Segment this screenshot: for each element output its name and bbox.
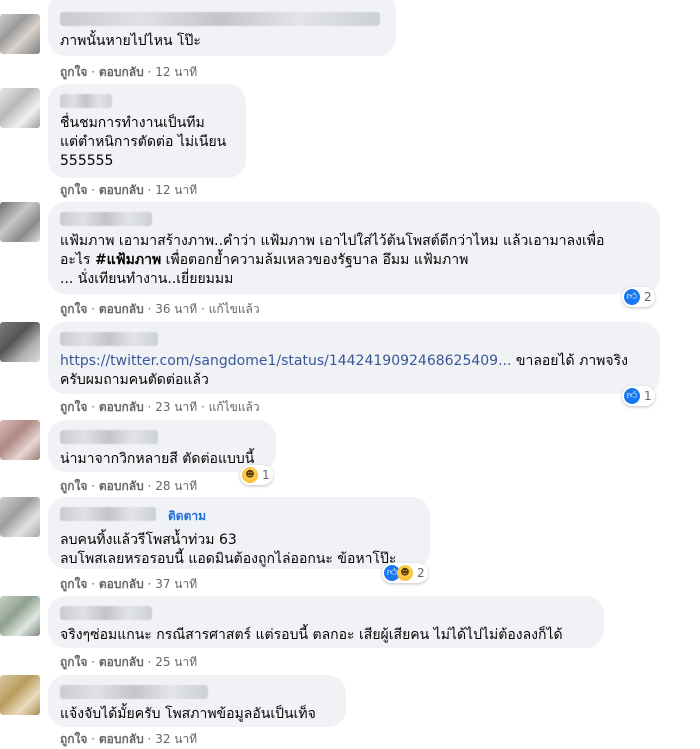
reaction-summary[interactable]: ☻ 1 <box>240 465 273 485</box>
haha-face-icon: ☻ <box>242 467 258 483</box>
comment-bubble: ติดตาม ลบคนทิ้งแล้วรีโพสน้ำท่วม 63 ลบโพส… <box>48 497 430 569</box>
reply-link[interactable]: ตอบกลับ <box>99 183 144 197</box>
comment-text: ชื่นชมการทำงานเป็นทีม แต่ตำหนิการตัดต่อ … <box>60 115 227 169</box>
timestamp[interactable]: 32 นาที <box>155 732 197 746</box>
comment-text: ภาพนั้นหายไปไหน โป๊ะ <box>60 33 201 49</box>
thumbs-up-icon: 👍︎ <box>624 289 640 305</box>
timestamp[interactable]: 37 นาที <box>155 577 197 591</box>
avatar[interactable] <box>0 202 40 242</box>
comment-actions: ถูกใจ · ตอบกลับ · 12 นาที <box>60 183 198 197</box>
reaction-count: 2 <box>417 566 425 580</box>
reaction-count: 1 <box>644 389 652 403</box>
reply-link[interactable]: ตอบกลับ <box>99 302 144 316</box>
author-name-blurred[interactable] <box>60 12 380 26</box>
author-name-blurred[interactable] <box>60 212 152 226</box>
like-link[interactable]: ถูกใจ <box>60 65 87 79</box>
reaction-count: 1 <box>262 468 270 482</box>
avatar[interactable] <box>0 88 40 128</box>
like-link[interactable]: ถูกใจ <box>60 183 87 197</box>
timestamp[interactable]: 28 นาที <box>155 479 197 493</box>
reply-link[interactable]: ตอบกลับ <box>99 479 144 493</box>
thumbs-up-icon: 👍︎ <box>624 388 640 404</box>
reply-link[interactable]: ตอบกลับ <box>99 577 144 591</box>
comment-bubble: ภาพนั้นหายไปไหน โป๊ะ <box>48 0 396 56</box>
comment-bubble: จริงๆซ่อมแกนะ กรณีสารศาสตร์ แต่รอบนี้ ตล… <box>48 596 604 648</box>
comment-text: https://twitter.com/sangdome1/status/144… <box>60 353 628 388</box>
reaction-summary[interactable]: 👍︎ 1 <box>622 386 655 406</box>
comment-text: น่ามาจากวิกหลายสี ตัดต่อแบบนี้ <box>60 451 255 467</box>
like-link[interactable]: ถูกใจ <box>60 655 87 669</box>
comment-actions: ถูกใจ · ตอบกลับ · 25 นาที <box>60 655 198 669</box>
comment-actions: ถูกใจ · ตอบกลับ · 32 นาที <box>60 732 198 746</box>
follow-link[interactable]: ติดตาม <box>168 507 206 526</box>
author-name-blurred[interactable] <box>60 430 158 444</box>
comment-actions: ถูกใจ · ตอบกลับ · 23 นาที · แก้ไขแล้ว <box>60 400 260 414</box>
reaction-summary[interactable]: 👍︎ ☻ 2 <box>382 563 428 583</box>
comment-text: แฟ้มภาพ เอามาสร้างภาพ..คำว่า แฟ้มภาพ เอา… <box>60 233 605 287</box>
reply-link[interactable]: ตอบกลับ <box>99 65 144 79</box>
timestamp[interactable]: 36 นาที <box>155 302 197 316</box>
author-name-blurred[interactable] <box>60 94 112 108</box>
avatar[interactable] <box>0 322 40 362</box>
like-link[interactable]: ถูกใจ <box>60 479 87 493</box>
like-link[interactable]: ถูกใจ <box>60 302 87 316</box>
timestamp[interactable]: 12 นาที <box>155 183 197 197</box>
author-name-blurred[interactable] <box>60 507 156 521</box>
haha-face-icon: ☻ <box>397 565 413 581</box>
timestamp[interactable]: 12 นาที <box>155 65 197 79</box>
like-link[interactable]: ถูกใจ <box>60 732 87 746</box>
timestamp[interactable]: 25 นาที <box>155 655 197 669</box>
tweet-link[interactable]: https://twitter.com/sangdome1/status/144… <box>60 353 511 369</box>
avatar[interactable] <box>0 14 40 54</box>
avatar[interactable] <box>0 497 40 537</box>
timestamp[interactable]: 23 นาที <box>155 400 197 414</box>
avatar[interactable] <box>0 420 40 460</box>
author-name-blurred[interactable] <box>60 685 208 699</box>
comment-text: แจ้งจับได้มั้ยครับ โพสภาพข้อมูลอันเป็นเท… <box>60 706 316 722</box>
edited-label: แก้ไขแล้ว <box>208 400 260 414</box>
author-name-blurred[interactable] <box>60 332 158 346</box>
like-link[interactable]: ถูกใจ <box>60 577 87 591</box>
comment-bubble: น่ามาจากวิกหลายสี ตัดต่อแบบนี้ <box>48 420 276 472</box>
reaction-summary[interactable]: 👍︎ 2 <box>622 287 655 307</box>
comment-text: ลบคนทิ้งแล้วรีโพสน้ำท่วม 63 ลบโพสเลยหรอร… <box>60 532 397 567</box>
reply-link[interactable]: ตอบกลับ <box>99 655 144 669</box>
hashtag-link[interactable]: #แฟ้มภาพ <box>95 252 161 268</box>
comment-bubble: https://twitter.com/sangdome1/status/144… <box>48 322 660 394</box>
comment-bubble: ชื่นชมการทำงานเป็นทีม แต่ตำหนิการตัดต่อ … <box>48 84 246 178</box>
comment-actions: ถูกใจ · ตอบกลับ · 36 นาที · แก้ไขแล้ว <box>60 302 260 316</box>
avatar[interactable] <box>0 596 40 636</box>
comment-bubble: แฟ้มภาพ เอามาสร้างภาพ..คำว่า แฟ้มภาพ เอา… <box>48 202 660 294</box>
comment-bubble: แจ้งจับได้มั้ยครับ โพสภาพข้อมูลอันเป็นเท… <box>48 675 346 727</box>
comment-actions: ถูกใจ · ตอบกลับ · 28 นาที <box>60 479 198 493</box>
like-link[interactable]: ถูกใจ <box>60 400 87 414</box>
reply-link[interactable]: ตอบกลับ <box>99 732 144 746</box>
comment-text: จริงๆซ่อมแกนะ กรณีสารศาสตร์ แต่รอบนี้ ตล… <box>60 627 563 643</box>
comment-actions: ถูกใจ · ตอบกลับ · 37 นาที <box>60 577 198 591</box>
author-name-blurred[interactable] <box>60 606 152 620</box>
comment-actions: ถูกใจ · ตอบกลับ · 12 นาที <box>60 65 198 79</box>
edited-label: แก้ไขแล้ว <box>208 302 260 316</box>
reaction-count: 2 <box>644 290 652 304</box>
avatar[interactable] <box>0 675 40 715</box>
reply-link[interactable]: ตอบกลับ <box>99 400 144 414</box>
